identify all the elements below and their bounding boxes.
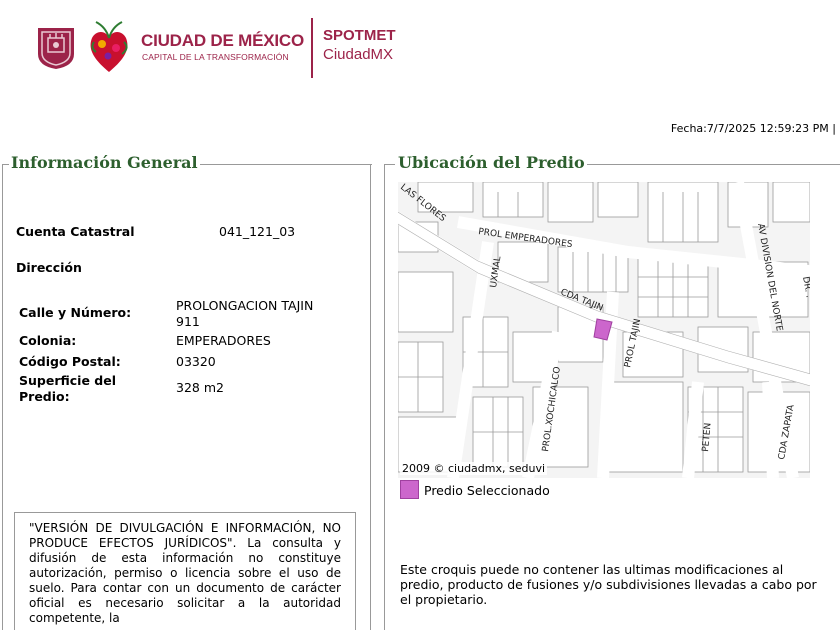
brand-subtitle: CAPITAL DE LA TRANSFORMACIÓN [142, 52, 289, 62]
superficie-label-line2: Predio: [19, 389, 70, 404]
page-header: CIUDAD DE MÉXICO CAPITAL DE LA TRANSFORM… [0, 0, 840, 100]
croquis-note: Este croquis puede no contener las ultim… [400, 562, 817, 607]
cuenta-catastral-label: Cuenta Catastral [16, 224, 135, 239]
calle-numero-value-line2: 911 [176, 314, 200, 329]
header-divider [311, 18, 313, 78]
app-subtitle: CiudadMX [323, 46, 394, 63]
fieldset-border [187, 164, 372, 165]
codigo-postal-value: 03320 [176, 354, 216, 369]
map-copyright: 2009 © ciudadmx, seduvi [400, 462, 548, 475]
app-title: SPOTMET [323, 27, 396, 44]
colonia-value: EMPERADORES [176, 333, 271, 348]
cdmx-seal-icon [38, 28, 74, 69]
calle-numero-label: Calle y Número: [19, 305, 132, 320]
codigo-postal-label: Código Postal: [19, 354, 121, 369]
cuenta-catastral-value: 041_121_03 [219, 224, 296, 239]
brand-title: CIUDAD DE MÉXICO [141, 31, 305, 50]
map-canvas: LAS FLORES PROL EMPERADORES UXMAL CDA TA… [398, 182, 810, 478]
cdmx-heart-logo-icon [90, 21, 128, 72]
colonia-label: Colonia: [19, 333, 77, 348]
date-timestamp: Fecha:7/7/2025 12:59:23 PM | [670, 122, 836, 135]
fieldset-border [385, 164, 395, 165]
predio-legend-swatch [400, 480, 419, 499]
info-general-legend: Información General [9, 153, 200, 172]
calle-numero-value-line1: PROLONGACION TAJIN [176, 298, 314, 313]
fieldset-border [567, 164, 840, 165]
ubicacion-legend: Ubicación del Predio [396, 153, 587, 172]
disclaimer-text: "VERSIÓN DE DIVULGACIÓN E INFORMACIÓN, N… [14, 512, 356, 630]
direccion-label: Dirección [16, 260, 82, 275]
location-map[interactable]: LAS FLORES PROL EMPERADORES UXMAL CDA TA… [398, 182, 810, 478]
superficie-value: 328 m2 [176, 380, 224, 395]
predio-legend-label: Predio Seleccionado [424, 483, 550, 498]
superficie-label-line1: Superficie del [19, 373, 116, 388]
